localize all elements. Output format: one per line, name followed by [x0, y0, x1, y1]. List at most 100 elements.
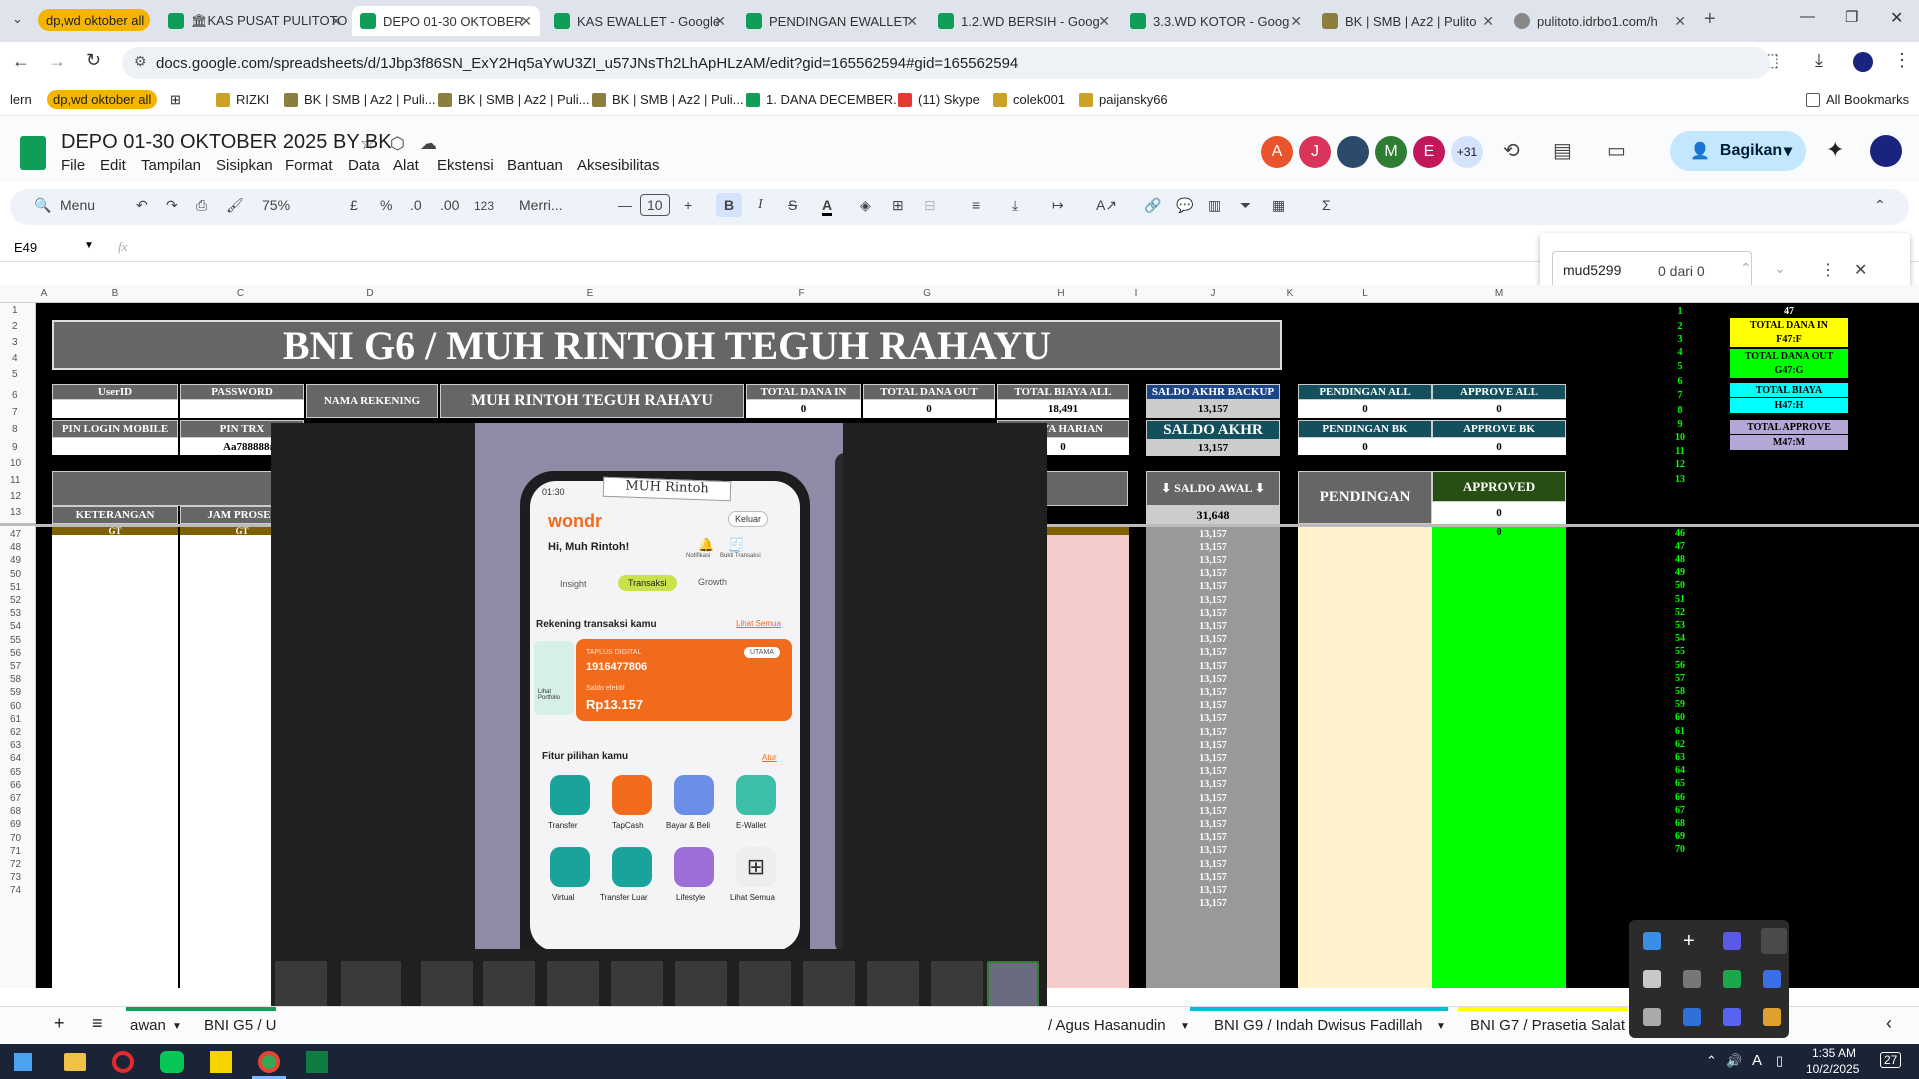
row-number[interactable]: 47 — [10, 529, 21, 540]
sheet-tab[interactable]: BNI G5 / U — [204, 1017, 277, 1034]
teams-icon[interactable] — [1723, 932, 1741, 950]
n-number[interactable]: 48 — [1660, 553, 1700, 565]
gemini-icon[interactable]: ✦ — [1826, 137, 1844, 163]
currency-button[interactable]: £ — [350, 197, 358, 213]
saldo-cell[interactable]: 13,157 — [1146, 752, 1280, 764]
row-number[interactable]: 60 — [10, 701, 21, 712]
info-icon[interactable] — [1683, 1008, 1701, 1026]
saldo-backup-header[interactable]: SALDO AKHR BACKUP — [1146, 384, 1280, 400]
n-number[interactable]: 60 — [1660, 712, 1700, 724]
menu-data[interactable]: Data — [348, 157, 380, 174]
pin-login-header[interactable]: PIN LOGIN MOBILE — [52, 420, 178, 438]
row-number[interactable]: 56 — [10, 648, 21, 659]
n-number[interactable]: 56 — [1660, 659, 1700, 671]
row-number[interactable]: 55 — [10, 635, 21, 646]
n-number[interactable]: 7 — [1660, 389, 1700, 401]
download-icon[interactable]: ⤓ — [1815, 50, 1823, 71]
comment-icon[interactable]: 💬 — [1176, 197, 1193, 214]
saldo-cell[interactable]: 13,157 — [1146, 805, 1280, 817]
undo-icon[interactable]: ↶ — [136, 197, 148, 214]
account-avatar[interactable] — [1870, 135, 1902, 167]
find-options-icon[interactable]: ⋮ — [1820, 260, 1836, 280]
sheet-tab[interactable]: BNI G9 / Indah Dwisus Fadillah — [1214, 1017, 1422, 1034]
row-number[interactable]: 57 — [10, 661, 21, 672]
add-sheet-icon[interactable]: + — [54, 1013, 65, 1034]
approve-all-value[interactable]: 0 — [1432, 400, 1566, 418]
find-prev-icon[interactable]: ⌃ — [1740, 260, 1752, 277]
n-number[interactable]: 67 — [1660, 804, 1700, 816]
row-number[interactable]: 53 — [10, 608, 21, 619]
zoom-select[interactable]: 75% — [262, 197, 290, 213]
avatar[interactable] — [1337, 136, 1369, 168]
comments-icon[interactable]: ▤ — [1553, 138, 1572, 163]
new-tab-icon[interactable]: + — [1704, 8, 1716, 31]
n-number[interactable]: 50 — [1660, 580, 1700, 592]
saldo-cell[interactable]: 13,157 — [1146, 554, 1280, 566]
tab-group-label[interactable]: dp,wd oktober all — [38, 9, 150, 31]
bookmark-item[interactable]: BK | SMB | Az2 | Puli... — [438, 92, 590, 107]
n-number[interactable]: 12 — [1660, 458, 1700, 470]
password-header[interactable]: PASSWORD — [180, 384, 304, 400]
tray-app-icon[interactable] — [1643, 970, 1661, 988]
address-bar[interactable]: ⚙ docs.google.com/spreadsheets/d/1Jbp3f8… — [122, 47, 1770, 79]
approve-bk-value[interactable]: 0 — [1432, 438, 1566, 455]
col-header-m[interactable]: M — [1432, 288, 1566, 299]
saldo-cell[interactable]: 13,157 — [1146, 792, 1280, 804]
saldo-awal-value[interactable]: 31,648 — [1146, 506, 1280, 524]
saldo-cell[interactable]: 13,157 — [1146, 647, 1280, 659]
italic-button[interactable]: I — [758, 197, 763, 213]
chevron-down-icon[interactable]: ▼ — [84, 240, 94, 251]
col-header-l[interactable]: L — [1298, 288, 1432, 299]
saldo-cell[interactable]: 13,157 — [1146, 594, 1280, 606]
saldo-cell[interactable]: 13,157 — [1146, 884, 1280, 896]
row-number[interactable]: 72 — [10, 859, 21, 870]
col-header-h[interactable]: H — [994, 288, 1128, 299]
display-icon[interactable] — [1643, 1008, 1661, 1026]
n-number[interactable]: 13 — [1660, 473, 1700, 485]
legend-range[interactable]: G47:G — [1730, 363, 1848, 378]
volume-icon[interactable]: 🔊 — [1726, 1053, 1742, 1069]
increase-decimal-button[interactable]: .00 — [440, 197, 459, 213]
close-icon[interactable]: ✕ — [714, 13, 726, 30]
col-header-f[interactable]: F — [743, 288, 860, 299]
browser-tab-active[interactable]: DEPO 01-30 OKTOBER ✕ — [352, 6, 540, 36]
row-number[interactable]: 48 — [10, 542, 21, 553]
col-header-j[interactable]: J — [1144, 288, 1282, 299]
row-number[interactable]: 10 — [10, 458, 21, 469]
bookmark-item[interactable]: dp,wd oktober all — [47, 90, 158, 109]
row-number[interactable]: 7 — [12, 407, 18, 418]
browser-tab[interactable]: 3.3.WD KOTOR - Goog ✕ — [1122, 6, 1310, 36]
all-bookmarks[interactable]: All Bookmarks — [1806, 92, 1909, 107]
clock-time[interactable]: 1:35 AM — [1812, 1046, 1856, 1060]
pendingan-bk-value[interactable]: 0 — [1298, 438, 1432, 455]
minimize-icon[interactable]: — — [1800, 8, 1815, 25]
saldo-cell[interactable]: 13,157 — [1146, 528, 1280, 540]
row-number[interactable]: 66 — [10, 780, 21, 791]
bookmark-item[interactable]: paijansky66 — [1079, 92, 1168, 107]
chevron-down-icon[interactable]: ▼ — [172, 1021, 182, 1032]
back-icon[interactable]: ← — [12, 51, 30, 72]
n-number[interactable]: 1 — [1660, 305, 1700, 317]
ime-icon[interactable]: A — [1752, 1052, 1762, 1069]
sheet-tab[interactable]: BNI G7 / Prasetia Salat — [1470, 1017, 1625, 1034]
saldo-cell[interactable]: 13,157 — [1146, 607, 1280, 619]
name-box[interactable]: E49 — [14, 240, 37, 255]
bookmark-item[interactable]: lern — [10, 92, 32, 107]
n-number[interactable]: 69 — [1660, 831, 1700, 843]
search-icon[interactable]: 🔍 — [34, 197, 51, 214]
row-number[interactable]: 12 — [10, 491, 21, 502]
merge-cells-icon[interactable]: ⊟ — [924, 197, 936, 214]
line-icon[interactable] — [160, 1051, 184, 1073]
tab-list-chevron-icon[interactable]: ⌄ — [12, 11, 23, 27]
sheets-logo-icon[interactable] — [20, 136, 46, 170]
browser-tab[interactable]: 🏛KAS PUSAT PULITOTO ✕ — [160, 6, 350, 36]
row-number[interactable]: 59 — [10, 687, 21, 698]
menu-tools[interactable]: Alat — [393, 157, 419, 174]
approve-bk-header[interactable]: APPROVE BK — [1432, 420, 1566, 438]
menu-extensions[interactable]: Ekstensi — [437, 157, 494, 174]
saldo-cell[interactable]: 13,157 — [1146, 686, 1280, 698]
row-number[interactable]: 52 — [10, 595, 21, 606]
fill-color-icon[interactable]: ◈ — [860, 197, 871, 214]
menu-search[interactable]: Menu — [60, 197, 95, 213]
pendingan-column[interactable] — [1298, 527, 1432, 988]
